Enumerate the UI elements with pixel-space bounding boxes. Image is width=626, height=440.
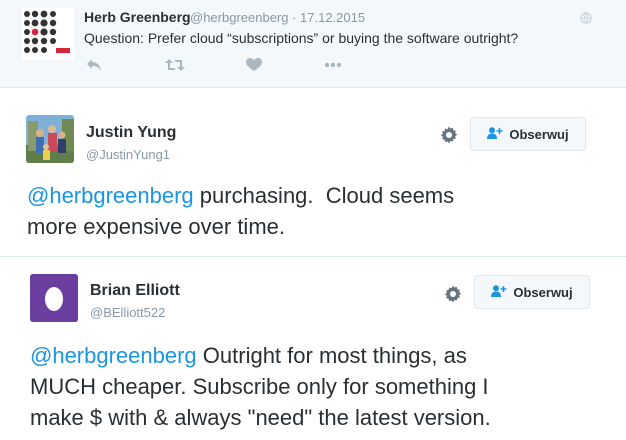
avatar-brian-elliott[interactable]	[30, 274, 78, 322]
avatar-family-photo	[26, 115, 74, 163]
avatar-dots-image	[22, 8, 74, 60]
add-user-icon	[487, 126, 503, 142]
mention-link[interactable]: @herbgreenberg	[27, 183, 194, 208]
author-handle[interactable]: @BElliott522	[90, 305, 165, 320]
retweet-icon[interactable]	[165, 56, 185, 74]
author-name[interactable]: Justin Yung	[86, 124, 176, 142]
original-author-meta[interactable]: @herbgreenberg · 17.12.2015	[190, 10, 365, 25]
reply-icon[interactable]	[86, 56, 102, 74]
follow-button[interactable]: Obserwuj	[470, 117, 586, 151]
tweet-text-line: make $ with & always "need" the latest v…	[30, 405, 491, 430]
author-handle[interactable]: @JustinYung1	[86, 147, 170, 162]
avatar-herb-greenberg[interactable]	[22, 8, 74, 60]
tweet-text-line: purchasing. Cloud seems	[193, 183, 455, 208]
mention-link[interactable]: @herbgreenberg	[30, 343, 197, 368]
tweet-text-line: Outright for most things, as	[196, 343, 467, 368]
like-icon[interactable]	[246, 56, 262, 74]
avatar-justin-yung[interactable]	[26, 115, 74, 163]
original-tweet: Herb Greenberg @herbgreenberg · 17.12.20…	[0, 0, 626, 88]
tweet-text-line: MUCH cheaper. Subscribe only for somethi…	[30, 374, 489, 399]
original-author-name[interactable]: Herb Greenberg	[84, 9, 191, 25]
more-icon[interactable]	[324, 56, 342, 74]
egg-avatar-icon	[30, 274, 78, 322]
globe-icon	[580, 11, 592, 29]
reply-card: Brian Elliott @BElliott522 Obserwuj @her…	[0, 258, 626, 440]
original-tweet-text: Question: Prefer cloud “subscriptions” o…	[84, 30, 519, 46]
reply-card: Justin Yung @JustinYung1 Obserwuj @herbg…	[0, 89, 626, 257]
follow-button-label: Obserwuj	[509, 126, 569, 142]
add-user-icon	[491, 284, 507, 300]
tweet-text: @herbgreenberg Outright for most things,…	[30, 340, 467, 371]
gear-icon[interactable]	[444, 285, 462, 308]
follow-button[interactable]: Obserwuj	[474, 275, 590, 309]
follow-button-label: Obserwuj	[513, 284, 573, 300]
tweet-text: @herbgreenberg purchasing. Cloud seems	[27, 180, 454, 211]
author-name[interactable]: Brian Elliott	[90, 282, 180, 300]
gear-icon[interactable]	[440, 126, 458, 149]
tweet-text-line: more expensive over time.	[27, 214, 285, 239]
